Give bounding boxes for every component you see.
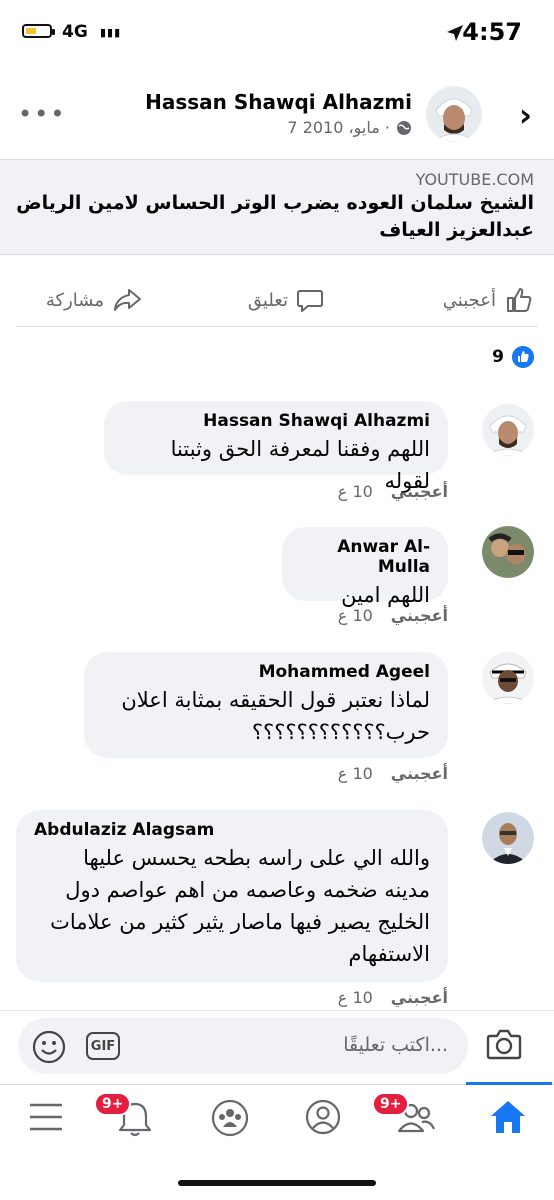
divider: [0, 1010, 554, 1011]
globe-icon: [397, 120, 411, 135]
reaction-count[interactable]: 9: [492, 347, 504, 367]
comment-time: 10 ع: [337, 482, 373, 501]
like-label: أعجبني: [442, 289, 496, 311]
notifications-badge: 9+: [94, 1092, 132, 1116]
commenter-avatar[interactable]: [482, 652, 534, 704]
link-title[interactable]: الشيخ سلمان العوده يضرب الوتر الحساس لام…: [14, 190, 534, 244]
comment-text: لماذا نعتبر قول الحقيقه بمثابة اعلان حرب…: [121, 688, 430, 744]
camera-icon[interactable]: [486, 1028, 522, 1060]
battery-icon: [22, 24, 55, 38]
comment-like-link[interactable]: أعجبني: [391, 764, 448, 783]
location-arrow-icon: [447, 25, 463, 41]
more-options-icon[interactable]: •••: [18, 100, 66, 128]
like-button[interactable]: أعجبني: [443, 284, 534, 316]
back-chevron-icon[interactable]: ›: [519, 96, 532, 134]
comment-bubble[interactable]: Hassan Shawqi Alhazmi اللهم وفقنا لمعرفة…: [104, 401, 448, 493]
share-icon: [114, 289, 141, 311]
status-time: 4:57: [462, 18, 522, 46]
active-tab-indicator: [466, 1082, 552, 1085]
comment-text: والله الي على راسه بطحه يحسس عليها مدينه…: [50, 846, 430, 966]
signal-icon: ▮▮▮: [100, 26, 122, 39]
gif-icon[interactable]: GIF: [86, 1032, 120, 1060]
divider: [16, 326, 538, 327]
comment-like-link[interactable]: أعجبني: [391, 988, 448, 1007]
comment-author[interactable]: Mohammed Ageel: [102, 662, 430, 682]
commenter-avatar[interactable]: [482, 404, 534, 456]
comment-author[interactable]: Anwar Al-Mulla: [300, 537, 430, 577]
comment-author[interactable]: Abdulaziz Alagsam: [34, 820, 430, 840]
share-label: مشاركة: [45, 289, 104, 311]
post-date: 7 مايو، 2010 ·: [287, 118, 390, 137]
comment-like-link[interactable]: أعجبني: [391, 606, 448, 625]
emoji-icon[interactable]: [32, 1030, 66, 1064]
menu-icon[interactable]: [28, 1100, 64, 1134]
thumbs-up-icon: [507, 288, 532, 312]
home-icon[interactable]: [488, 1098, 528, 1136]
commenter-avatar[interactable]: [482, 526, 534, 578]
share-button[interactable]: مشاركة: [46, 284, 142, 316]
author-avatar[interactable]: [426, 86, 482, 142]
comment-time: 10 ع: [337, 606, 373, 625]
link-domain: YOUTUBE.COM: [415, 170, 534, 189]
like-reaction-icon: [512, 346, 534, 368]
friends-badge: 9+: [372, 1092, 410, 1116]
comment-bubble[interactable]: Anwar Al-Mulla اللهم امين: [282, 527, 448, 607]
commenter-avatar[interactable]: [482, 812, 534, 864]
comment-icon: [297, 290, 323, 312]
comment-time: 10 ع: [337, 988, 373, 1007]
post-author-name[interactable]: Hassan Shawqi Alhazmi: [145, 90, 412, 114]
comment-meta: أعجبني 10 ع: [338, 988, 448, 1007]
home-indicator: [178, 1180, 376, 1186]
comment-meta: أعجبني 10 ع: [338, 606, 448, 625]
post-meta: 7 مايو، 2010 ·: [287, 118, 412, 137]
comment-meta: أعجبني 10 ع: [338, 482, 448, 501]
comment-bubble[interactable]: Abdulaziz Alagsam والله الي على راسه بطح…: [16, 810, 448, 982]
comment-button[interactable]: تعليق: [248, 284, 324, 316]
comment-label: تعليق: [247, 289, 288, 311]
groups-icon[interactable]: [210, 1098, 250, 1138]
comment-time: 10 ع: [337, 764, 373, 783]
comment-bubble[interactable]: Mohammed Ageel لماذا نعتبر قول الحقيقه ب…: [84, 652, 448, 758]
carrier-label: 4G: [62, 22, 88, 42]
comment-placeholder: اكتب تعليقًا...: [343, 1034, 448, 1056]
comment-like-link[interactable]: أعجبني: [391, 482, 448, 501]
comment-meta: أعجبني 10 ع: [338, 764, 448, 783]
comment-author[interactable]: Hassan Shawqi Alhazmi: [122, 411, 430, 431]
profile-icon[interactable]: [304, 1098, 342, 1136]
